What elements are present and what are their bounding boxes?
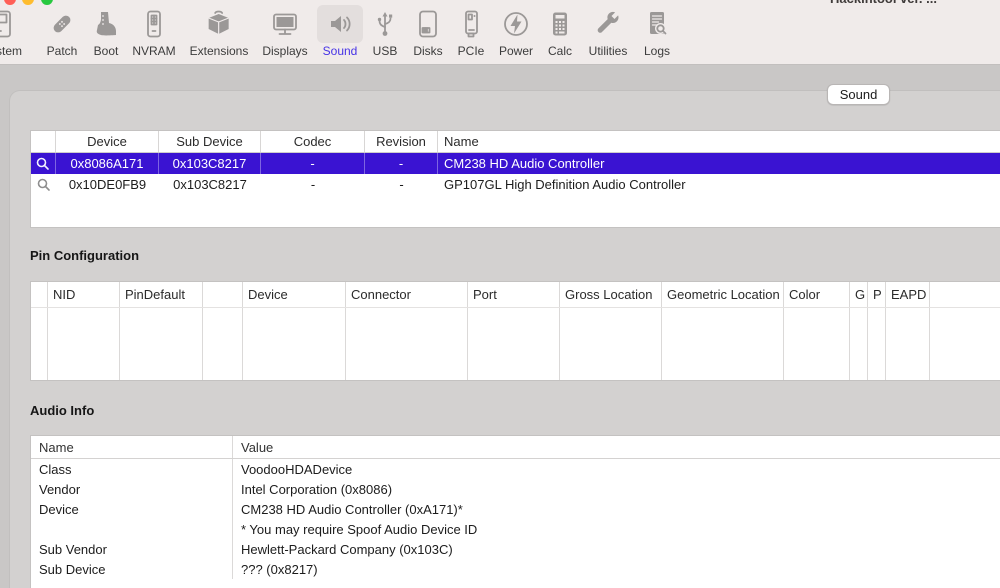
boot-icon	[83, 5, 129, 43]
magnifier-icon[interactable]	[31, 174, 56, 195]
sub-device-cell: 0x103C8217	[159, 153, 261, 174]
pin-header-divider	[31, 307, 1000, 308]
sub-device-column-header: Sub Device	[159, 131, 261, 152]
value-column-header: Value	[233, 436, 1000, 458]
toolbar-item-disks[interactable]: Disks	[405, 5, 451, 58]
name-column-header: Name	[438, 131, 1000, 152]
revision-cell: -	[365, 174, 438, 195]
pin-blank-column	[203, 282, 243, 380]
toolbar: Hackintool ver. ... System Patch Boot	[0, 0, 1000, 65]
geometric-location-column: Geometric Location	[662, 282, 784, 380]
eapd-column: EAPD	[886, 282, 930, 380]
device-id-cell: 0x8086A171	[56, 153, 159, 174]
gross-location-column: Gross Location	[560, 282, 662, 380]
audio-info-row[interactable]: Sub Vendor Hewlett-Packard Company (0x10…	[31, 539, 1000, 559]
pin-blank-column	[31, 282, 48, 380]
info-name-cell: Device	[31, 499, 233, 519]
sub-device-cell: 0x103C8217	[159, 174, 261, 195]
displays-icon	[262, 5, 308, 43]
pindefault-column: PinDefault	[120, 282, 203, 380]
port-column: Port	[468, 282, 560, 380]
connector-column: Connector	[346, 282, 468, 380]
toolbar-item-calc[interactable]: Calc	[537, 5, 583, 58]
device-row[interactable]: 0x10DE0FB9 0x103C8217 - - GP107GL High D…	[31, 174, 1000, 195]
revision-column-header: Revision	[365, 131, 438, 152]
audio-info-row[interactable]: Sub Device ??? (0x8217)	[31, 559, 1000, 579]
toolbar-item-displays[interactable]: Displays	[262, 5, 308, 58]
toolbar-item-utilities[interactable]: Utilities	[585, 5, 631, 58]
nvram-icon	[131, 5, 177, 43]
power-icon	[493, 5, 539, 43]
toolbar-item-logs[interactable]: Logs	[634, 5, 680, 58]
info-value-cell: * You may require Spoof Audio Device ID	[233, 519, 1000, 539]
inspect-column-header	[31, 131, 56, 152]
toolbar-item-pcie[interactable]: PCIe	[448, 5, 494, 58]
device-row-selected[interactable]: 0x8086A171 0x103C8217 - - CM238 HD Audio…	[31, 153, 1000, 174]
codec-cell: -	[261, 153, 365, 174]
magnifier-icon[interactable]	[31, 153, 56, 174]
toolbar-item-sound[interactable]: Sound	[317, 5, 363, 58]
info-value-cell: VoodooHDADevice	[233, 459, 1000, 479]
pin-device-column: Device	[243, 282, 346, 380]
pin-trailing-column	[930, 282, 1000, 380]
window-title: Hackintool ver. ...	[830, 0, 990, 6]
revision-cell: -	[365, 153, 438, 174]
info-name-cell	[31, 519, 233, 539]
system-icon	[0, 5, 25, 43]
toolbar-item-extensions[interactable]: Extensions	[190, 5, 249, 58]
audio-info-row[interactable]: * You may require Spoof Audio Device ID	[31, 519, 1000, 539]
name-cell: GP107GL High Definition Audio Controller	[438, 174, 1000, 195]
disks-icon	[405, 5, 451, 43]
info-name-cell: Sub Vendor	[31, 539, 233, 559]
nid-column: NID	[48, 282, 120, 380]
extensions-icon	[196, 5, 242, 43]
usb-icon	[362, 5, 408, 43]
pcie-icon	[448, 5, 494, 43]
info-value-cell: Intel Corporation (0x8086)	[233, 479, 1000, 499]
audio-info-row[interactable]: Device CM238 HD Audio Controller (0xA171…	[31, 499, 1000, 519]
audio-info-row[interactable]: Vendor Intel Corporation (0x8086)	[31, 479, 1000, 499]
calc-icon	[537, 5, 583, 43]
info-value-cell: ??? (0x8217)	[233, 559, 1000, 579]
sound-icon	[317, 5, 363, 43]
audio-devices-table: Device Sub Device Codec Revision Name 0x…	[30, 130, 1000, 228]
name-cell: CM238 HD Audio Controller	[438, 153, 1000, 174]
pin-configuration-title: Pin Configuration	[30, 248, 139, 263]
device-column-header: Device	[56, 131, 159, 152]
toolbar-item-power[interactable]: Power	[493, 5, 539, 58]
g-column: G	[850, 282, 868, 380]
utilities-icon	[585, 5, 631, 43]
toolbar-item-nvram[interactable]: NVRAM	[131, 5, 177, 58]
audio-info-header: Name Value	[31, 436, 1000, 459]
info-name-cell: Sub Device	[31, 559, 233, 579]
sound-tab-button[interactable]: Sound	[827, 84, 890, 105]
pin-configuration-table: NID PinDefault Device Connector Port Gro…	[30, 281, 1000, 381]
p-column: P	[868, 282, 886, 380]
patch-icon	[39, 5, 85, 43]
info-name-cell: Vendor	[31, 479, 233, 499]
toolbar-item-system[interactable]: System	[0, 5, 25, 58]
color-column: Color	[784, 282, 850, 380]
device-id-cell: 0x10DE0FB9	[56, 174, 159, 195]
toolbar-item-boot[interactable]: Boot	[83, 5, 129, 58]
hackintool-window: Hackintool ver. ... System Patch Boot	[0, 0, 1000, 588]
toolbar-item-patch[interactable]: Patch	[39, 5, 85, 58]
audio-info-table: Name Value Class VoodooHDADevice Vendor …	[30, 435, 1000, 588]
name-column-header: Name	[31, 436, 233, 458]
logs-icon	[634, 5, 680, 43]
info-name-cell: Class	[31, 459, 233, 479]
info-value-cell: CM238 HD Audio Controller (0xA171)*	[233, 499, 1000, 519]
info-value-cell: Hewlett-Packard Company (0x103C)	[233, 539, 1000, 559]
codec-cell: -	[261, 174, 365, 195]
toolbar-item-usb[interactable]: USB	[362, 5, 408, 58]
audio-info-title: Audio Info	[30, 403, 94, 418]
audio-info-row[interactable]: Class VoodooHDADevice	[31, 459, 1000, 479]
codec-column-header: Codec	[261, 131, 365, 152]
devices-table-header: Device Sub Device Codec Revision Name	[31, 131, 1000, 153]
